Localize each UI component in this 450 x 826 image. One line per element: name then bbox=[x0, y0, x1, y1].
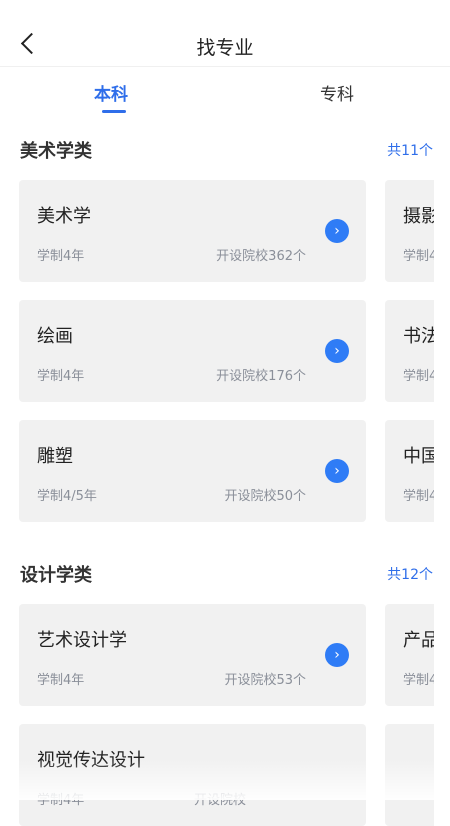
major-school-count: 开设院校50个 bbox=[224, 489, 306, 504]
major-school-count: 开设院校362个 bbox=[216, 249, 306, 264]
major-school-count: 开设院校53个 bbox=[224, 673, 306, 688]
major-card-peek[interactable]: 书法 学制4 bbox=[385, 300, 434, 402]
major-duration: 学制4 bbox=[403, 249, 434, 264]
major-card[interactable]: 雕塑 学制4/5年 开设院校50个 › bbox=[19, 420, 366, 522]
major-duration: 学制4 bbox=[403, 489, 434, 504]
top-bar: 找专业 bbox=[0, 0, 450, 67]
major-duration: 学制4 bbox=[403, 673, 434, 688]
major-name: 美术学 bbox=[37, 206, 91, 227]
major-card-peek[interactable]: 中国 学制4 bbox=[385, 420, 434, 522]
section-count-design[interactable]: 共12个 bbox=[387, 564, 433, 584]
major-name: 产品 bbox=[403, 630, 434, 651]
tab-undergraduate[interactable]: 本科 bbox=[94, 80, 128, 105]
major-card-peek[interactable]: 产品 学制4 bbox=[385, 604, 434, 706]
major-duration: 学制4年 bbox=[37, 673, 85, 688]
major-name: 艺术设计学 bbox=[37, 630, 127, 651]
chevron-right-icon[interactable]: › bbox=[325, 339, 349, 363]
major-name: 绘画 bbox=[37, 326, 73, 347]
major-name: 书法 bbox=[403, 326, 434, 347]
bottom-fade bbox=[0, 760, 450, 800]
major-duration: 学制4年 bbox=[37, 369, 85, 384]
major-card[interactable]: 美术学 学制4年 开设院校362个 › bbox=[19, 180, 366, 282]
chevron-right-icon[interactable]: › bbox=[325, 219, 349, 243]
major-name: 摄影 bbox=[403, 206, 434, 227]
page-title: 找专业 bbox=[196, 37, 254, 59]
major-duration: 学制4 bbox=[403, 369, 434, 384]
section-count-fine-arts[interactable]: 共11个 bbox=[387, 140, 433, 160]
major-name: 中国 bbox=[403, 446, 434, 467]
major-duration: 学制4年 bbox=[37, 249, 85, 264]
tab-bar: 本科 专科 bbox=[0, 80, 450, 116]
major-duration: 学制4/5年 bbox=[37, 489, 97, 504]
chevron-right-icon[interactable]: › bbox=[325, 643, 349, 667]
tab-active-indicator bbox=[102, 110, 126, 113]
section-title-design: 设计学类 bbox=[20, 565, 92, 586]
major-card[interactable]: 艺术设计学 学制4年 开设院校53个 › bbox=[19, 604, 366, 706]
major-name: 雕塑 bbox=[37, 446, 73, 467]
major-school-count: 开设院校176个 bbox=[216, 369, 306, 384]
major-card-peek[interactable]: 摄影 学制4 bbox=[385, 180, 434, 282]
tab-junior-college[interactable]: 专科 bbox=[320, 80, 354, 105]
major-card[interactable]: 绘画 学制4年 开设院校176个 › bbox=[19, 300, 366, 402]
chevron-right-icon[interactable]: › bbox=[325, 459, 349, 483]
section-title-fine-arts: 美术学类 bbox=[20, 141, 92, 162]
